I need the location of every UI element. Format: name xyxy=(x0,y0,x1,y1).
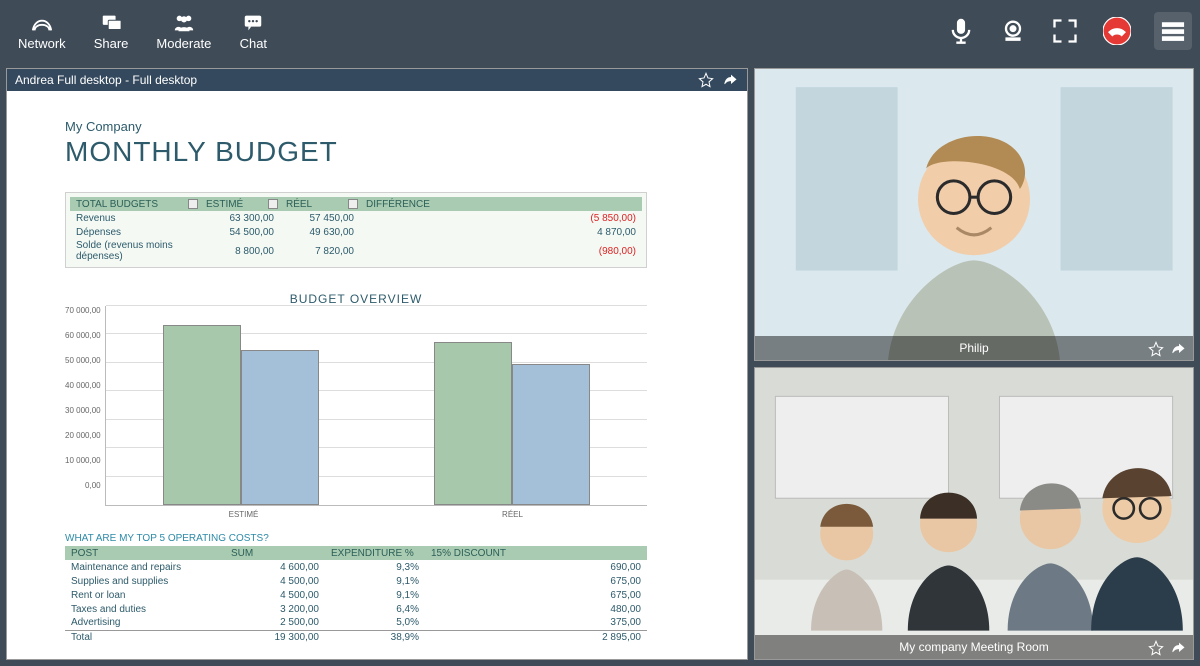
chart-bar xyxy=(434,342,512,505)
table-row: Revenus63 300,0057 450,00(5 850,00) xyxy=(70,211,642,225)
avatar xyxy=(755,368,1193,659)
costs-question: WHAT ARE MY TOP 5 OPERATING COSTS? xyxy=(65,533,719,544)
participant-name: My company Meeting Room xyxy=(755,635,1193,659)
star-button[interactable] xyxy=(1147,340,1165,358)
col-total: TOTAL BUDGETS xyxy=(76,199,158,210)
forward-icon xyxy=(1170,640,1186,656)
forward-icon xyxy=(722,72,738,88)
col-diff: DIFFÉRENCE xyxy=(366,199,430,210)
hangup-icon xyxy=(1103,17,1131,45)
star-button[interactable] xyxy=(697,71,715,89)
dropdown-icon[interactable] xyxy=(348,199,358,209)
microphone-icon xyxy=(947,17,975,45)
star-icon xyxy=(1148,640,1164,656)
hangup-button[interactable] xyxy=(1102,16,1132,46)
budget-chart: BUDGET OVERVIEW 70 000,0060 000,00 50 00… xyxy=(65,292,647,519)
share-label: Share xyxy=(94,36,129,51)
forward-button[interactable] xyxy=(721,71,739,89)
network-label: Network xyxy=(18,36,66,51)
toolbar-right xyxy=(946,12,1192,50)
share-button[interactable]: Share xyxy=(94,12,129,51)
participant-name: Philip xyxy=(755,336,1193,360)
moderate-label: Moderate xyxy=(156,36,211,51)
panel-header: Andrea Full desktop - Full desktop xyxy=(7,69,747,91)
camera-button[interactable] xyxy=(998,16,1028,46)
table-row: Solde (revenus moins dépenses)8 800,007 … xyxy=(70,239,642,263)
col-reel: RÉEL xyxy=(286,199,312,210)
dropdown-icon[interactable] xyxy=(268,199,278,209)
video-sidebar: Philip xyxy=(754,68,1194,660)
xlabel: RÉEL xyxy=(378,506,647,519)
microphone-button[interactable] xyxy=(946,16,976,46)
dropdown-icon[interactable] xyxy=(188,199,198,209)
moderate-button[interactable]: Moderate xyxy=(156,12,211,51)
toolbar-left: Network Share Moderate Chat xyxy=(18,12,267,51)
company-name: My Company xyxy=(65,119,719,134)
col-est: ESTIMÉ xyxy=(206,199,243,210)
panel-title: Andrea Full desktop - Full desktop xyxy=(15,73,197,87)
table-row: Advertising2 500,005,0%375,00 xyxy=(65,616,647,630)
chart-bar xyxy=(512,364,590,505)
star-icon xyxy=(698,72,714,88)
chart-plot xyxy=(105,306,647,506)
fullscreen-icon xyxy=(1051,17,1079,45)
table-row: Supplies and supplies4 500,009,1%675,00 xyxy=(65,574,647,588)
star-button[interactable] xyxy=(1147,639,1165,657)
chart-yaxis: 70 000,0060 000,00 50 000,0040 000,00 30… xyxy=(65,306,105,506)
avatar xyxy=(755,69,1193,360)
video-tile-philip[interactable]: Philip xyxy=(754,68,1194,361)
table-row: Rent or loan4 500,009,1%675,00 xyxy=(65,588,647,602)
network-button[interactable]: Network xyxy=(18,12,66,51)
chat-button[interactable]: Chat xyxy=(239,12,267,51)
forward-button[interactable] xyxy=(1169,340,1187,358)
network-icon xyxy=(28,12,56,34)
table-row: Dépenses54 500,0049 630,004 870,00 xyxy=(70,225,642,239)
table-row-total: Total19 300,0038,9%2 895,00 xyxy=(65,630,647,644)
table-row: Maintenance and repairs4 600,009,3%690,0… xyxy=(65,560,647,574)
moderate-icon xyxy=(170,12,198,34)
menu-icon xyxy=(1159,17,1187,45)
chat-icon xyxy=(239,12,267,34)
camera-icon xyxy=(999,17,1027,45)
shared-screen-panel: Andrea Full desktop - Full desktop My Co… xyxy=(6,68,748,660)
xlabel: ESTIMÉ xyxy=(109,506,378,519)
chart-bar xyxy=(241,350,319,505)
table-row: Taxes and duties3 200,006,4%480,00 xyxy=(65,602,647,616)
chart-title: BUDGET OVERVIEW xyxy=(65,292,647,306)
doc-title: MONTHLY BUDGET xyxy=(65,136,719,168)
budgets-table: TOTAL BUDGETS ESTIMÉ RÉEL DIFFÉRENCE Rev… xyxy=(65,192,647,268)
app-toolbar: Network Share Moderate Chat xyxy=(0,0,1200,62)
chat-label: Chat xyxy=(240,36,267,51)
fullscreen-button[interactable] xyxy=(1050,16,1080,46)
share-icon xyxy=(97,12,125,34)
star-icon xyxy=(1148,341,1164,357)
forward-icon xyxy=(1170,341,1186,357)
forward-button[interactable] xyxy=(1169,639,1187,657)
costs-table: POST SUM EXPENDITURE % 15% DISCOUNT Main… xyxy=(65,546,647,644)
menu-button[interactable] xyxy=(1154,12,1192,50)
workspace: Andrea Full desktop - Full desktop My Co… xyxy=(0,62,1200,666)
shared-document: My Company MONTHLY BUDGET TOTAL BUDGETS … xyxy=(7,91,747,659)
chart-bar xyxy=(163,325,241,505)
video-tile-meeting-room[interactable]: My company Meeting Room xyxy=(754,367,1194,660)
